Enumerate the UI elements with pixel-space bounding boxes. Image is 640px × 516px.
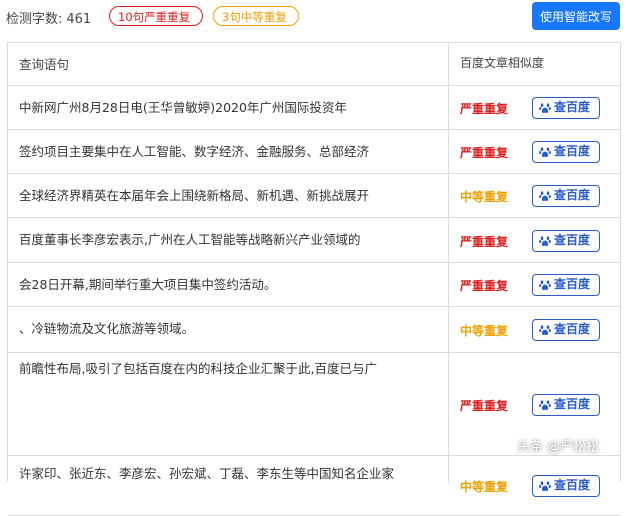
- baidu-paw-icon: [539, 481, 551, 491]
- search-baidu-label: 查百度: [554, 188, 591, 202]
- table-row: 全球经济界精英在本届年会上围绕新格局、新机遇、新挑战展开 中等重复 查百度: [8, 174, 620, 218]
- search-baidu-button[interactable]: 查百度: [532, 274, 600, 296]
- query-sentence: 前瞻性布局,吸引了包括百度在内的科技企业汇聚于此,百度已与广: [19, 361, 377, 376]
- baidu-paw-icon: [539, 236, 551, 246]
- baidu-paw-icon: [539, 325, 551, 335]
- search-baidu-label: 查百度: [554, 277, 591, 291]
- query-sentence: 许家印、张近东、李彦宏、孙宏斌、丁磊、李东生等中国知名企业家: [19, 466, 395, 481]
- baidu-paw-icon: [539, 400, 551, 410]
- table-row: 签约项目主要集中在人工智能、数字经济、金融服务、总部经济 严重重复 查百度: [8, 130, 620, 174]
- similarity-status: 中等重复: [460, 190, 509, 204]
- query-sentence: 、冷链物流及文化旅游等领域。: [19, 321, 195, 336]
- search-baidu-label: 查百度: [554, 322, 591, 336]
- search-baidu-button[interactable]: 查百度: [532, 475, 600, 497]
- search-baidu-button[interactable]: 查百度: [532, 319, 600, 341]
- watermark: 头条 @严松松: [517, 440, 600, 455]
- baidu-paw-icon: [539, 147, 551, 157]
- baidu-paw-icon: [539, 280, 551, 290]
- table-row: 、冷链物流及文化旅游等领域。 中等重复 查百度: [8, 307, 620, 353]
- table-row: 许家印、张近东、李彦宏、孙宏斌、丁磊、李东生等中国知名企业家中等重复 查百度: [8, 456, 620, 516]
- query-sentence: 会28日开幕,期间举行重大项目集中签约活动。: [19, 277, 277, 292]
- table-header-row: 查询语句 百度文章相似度: [8, 43, 620, 86]
- search-baidu-label: 查百度: [554, 144, 591, 158]
- similarity-status: 严重重复: [460, 102, 509, 116]
- baidu-paw-icon: [539, 103, 551, 113]
- table-row: 百度董事长李彦宏表示,广州在人工智能等战略新兴产业领域的 严重重复 查百度: [8, 218, 620, 263]
- search-baidu-label: 查百度: [554, 397, 591, 411]
- query-sentence: 全球经济界精英在本届年会上围绕新格局、新机遇、新挑战展开: [19, 188, 370, 203]
- table-row: 会28日开幕,期间举行重大项目集中签约活动。 严重重复 查百度: [8, 263, 620, 307]
- similarity-status: 中等重复: [460, 480, 509, 494]
- results-table: 查询语句 百度文章相似度 中新网广州8月28日电(王华曾敏婷)2020年广州国际…: [7, 42, 621, 516]
- word-count-label: 检测字数:: [6, 12, 63, 27]
- search-baidu-button[interactable]: 查百度: [532, 141, 600, 163]
- search-baidu-label: 查百度: [554, 478, 591, 492]
- search-baidu-button[interactable]: 查百度: [532, 394, 600, 416]
- similarity-status: 严重重复: [460, 399, 509, 413]
- column-header-query: 查询语句: [19, 57, 70, 72]
- similarity-status: 严重重复: [460, 146, 509, 160]
- medium-count-badge: 3句中等重复: [213, 6, 299, 26]
- query-sentence: 中新网广州8月28日电(王华曾敏婷)2020年广州国际投资年: [19, 100, 347, 115]
- similarity-status: 严重重复: [460, 235, 509, 249]
- query-sentence: 签约项目主要集中在人工智能、数字经济、金融服务、总部经济: [19, 144, 370, 159]
- severe-count-badge: 10句严重重复: [109, 6, 203, 26]
- search-baidu-label: 查百度: [554, 100, 591, 114]
- search-baidu-button[interactable]: 查百度: [532, 185, 600, 207]
- smart-rewrite-button[interactable]: 使用智能改写: [532, 2, 620, 30]
- top-bar: 检测字数: 461 10句严重重复 3句中等重复 使用智能改写: [0, 0, 640, 36]
- similarity-status: 中等重复: [460, 324, 509, 338]
- search-baidu-button[interactable]: 查百度: [532, 230, 600, 252]
- search-baidu-label: 查百度: [554, 233, 591, 247]
- query-sentence: 百度董事长李彦宏表示,广州在人工智能等战略新兴产业领域的: [19, 232, 361, 247]
- similarity-status: 严重重复: [460, 279, 509, 293]
- word-count: 检测字数: 461: [6, 8, 91, 27]
- search-baidu-button[interactable]: 查百度: [532, 97, 600, 119]
- table-row: 中新网广州8月28日电(王华曾敏婷)2020年广州国际投资年 严重重复 查百度: [8, 86, 620, 130]
- column-header-similarity: 百度文章相似度: [460, 56, 545, 70]
- baidu-paw-icon: [539, 191, 551, 201]
- word-count-value: 461: [66, 12, 92, 27]
